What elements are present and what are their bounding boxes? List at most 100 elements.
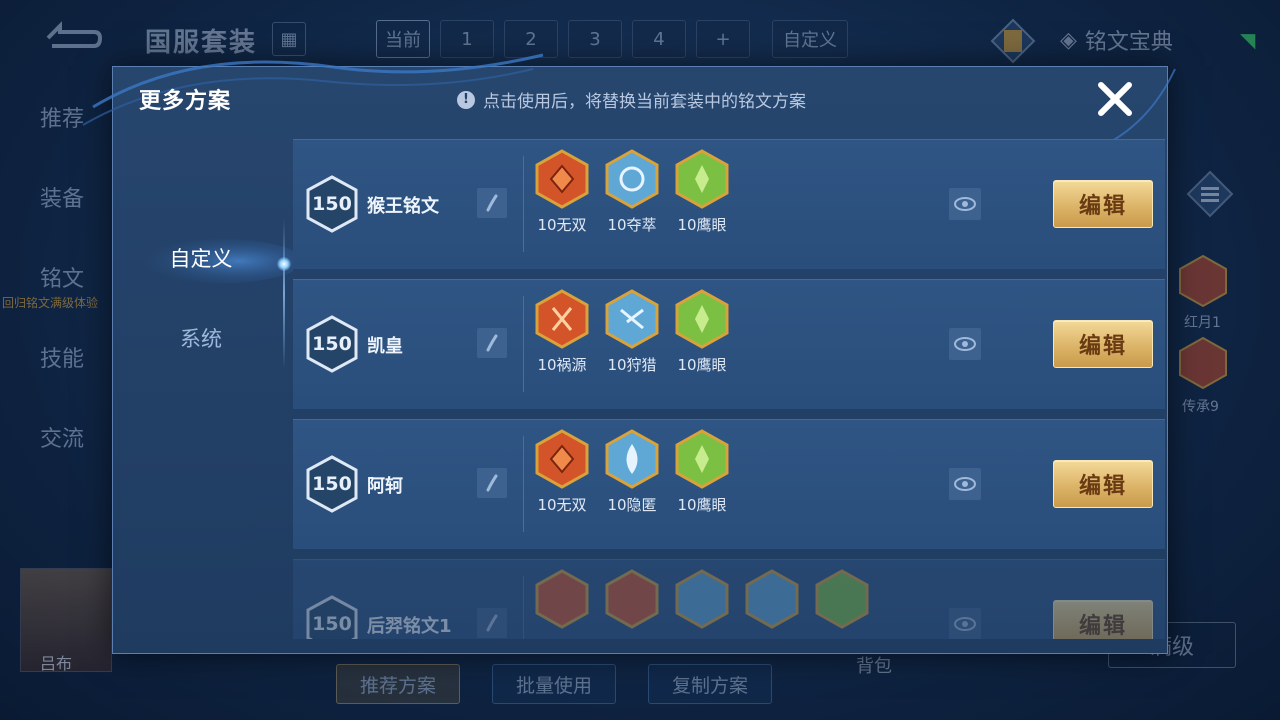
menu-icon[interactable] (1186, 170, 1234, 218)
tab-custom[interactable]: 自定义 (772, 20, 848, 58)
rune-slot[interactable]: 10狩猎 (603, 288, 661, 375)
bottom-button-bar: 推荐方案 批量使用 复制方案 (336, 664, 772, 704)
rune-book-icon[interactable] (990, 18, 1036, 64)
copy-plan-button[interactable]: 复制方案 (648, 664, 772, 704)
rune-blue-icon (605, 149, 659, 209)
rune-label: 10鹰眼 (677, 356, 727, 374)
hero-name: 吕布 (40, 654, 73, 673)
rune-return-note: 回归铭文满级体验 (2, 296, 99, 310)
modal-hint-text: 点击使用后，将替换当前套装中的铭文方案 (483, 92, 806, 112)
suit-tabs: 当前 1 2 3 4 + 自定义 (376, 20, 848, 58)
plan-name: 猴王铭文 (367, 196, 439, 217)
modal-title: 更多方案 (139, 89, 232, 114)
sidebar-item-exchange[interactable]: 交流 (40, 420, 84, 500)
tab-current[interactable]: 当前 (376, 20, 430, 58)
rune-slot[interactable] (743, 568, 801, 630)
rename-button[interactable] (477, 328, 507, 358)
plan-row: 150 阿轲 10无双 10隐匿 10鹰眼 编辑 (293, 419, 1165, 549)
edit-button[interactable]: 编辑 (1053, 460, 1153, 508)
tab-1[interactable]: 1 (440, 20, 494, 58)
preview-button[interactable] (949, 608, 981, 639)
tab-3[interactable]: 3 (568, 20, 622, 58)
rune-slot[interactable]: 10夺萃 (603, 148, 661, 235)
tab-custom-plans[interactable]: 自定义 (113, 223, 289, 293)
sidebar-item-skill[interactable]: 技能 (40, 340, 84, 420)
plan-level: 150 (312, 473, 352, 495)
rune-slot[interactable]: 10鹰眼 (673, 288, 731, 375)
plan-level: 150 (312, 193, 352, 215)
rune-group: 10祸源 10狩猎 10鹰眼 (533, 288, 731, 375)
tab-4[interactable]: 4 (632, 20, 686, 58)
rune-green-icon (675, 289, 729, 349)
rune-inherit-label: 传承9 (1182, 399, 1219, 415)
pen-icon (486, 614, 498, 632)
suit-title: 国服套装 (145, 28, 258, 58)
pen-icon (486, 334, 498, 352)
edit-button[interactable]: 编辑 (1053, 320, 1153, 368)
back-arrow-icon[interactable] (38, 20, 106, 56)
plan-name: 阿轲 (367, 476, 403, 497)
rune-slot[interactable]: 10无双 (533, 428, 591, 515)
rune-red-moon-icon[interactable] (1176, 254, 1230, 308)
rune-slot[interactable] (533, 568, 591, 630)
rune-label: 10鹰眼 (677, 216, 727, 234)
edit-button[interactable]: 编辑 (1053, 180, 1153, 228)
rune-slot[interactable]: 10隐匿 (603, 428, 661, 515)
tab-add[interactable]: + (696, 20, 750, 58)
rune-inherit-icon[interactable] (1176, 336, 1230, 390)
eye-icon (954, 337, 976, 351)
rune-green-icon (675, 429, 729, 489)
sidebar-item-equipment[interactable]: 装备 (40, 180, 84, 260)
tab-2[interactable]: 2 (504, 20, 558, 58)
plan-list[interactable]: 150 猴王铭文 10无双 10夺萃 10鹰眼 编辑 150 凯皇 10祸源 1… (293, 139, 1165, 639)
rename-button[interactable] (477, 468, 507, 498)
tab-system-plans[interactable]: 系统 (113, 303, 289, 373)
rune-red-icon (535, 289, 589, 349)
rune-label: 10夺萃 (607, 216, 657, 234)
plan-level: 150 (312, 333, 352, 355)
rune-slot[interactable] (813, 568, 871, 630)
plan-row: 150 凯皇 10祸源 10狩猎 10鹰眼 编辑 (293, 279, 1165, 409)
rune-label: 10无双 (537, 496, 587, 514)
rune-slot[interactable] (673, 568, 731, 630)
modal-sidebar: 自定义 系统 (113, 139, 293, 639)
rune-slot[interactable]: 10鹰眼 (673, 148, 731, 235)
rune-green-icon (815, 569, 869, 629)
close-icon (1098, 82, 1132, 116)
more-plans-modal: 更多方案 ! 点击使用后，将替换当前套装中的铭文方案 自定义 系统 150 猴王… (82, 53, 1176, 654)
rune-red-icon (535, 429, 589, 489)
batch-use-button[interactable]: 批量使用 (492, 664, 616, 704)
rename-button[interactable] (477, 608, 507, 638)
rune-slot[interactable]: 10鹰眼 (673, 428, 731, 515)
rune-slot[interactable] (603, 568, 661, 630)
recommend-plan-button[interactable]: 推荐方案 (336, 664, 460, 704)
rune-blue-icon (605, 289, 659, 349)
row-divider (523, 156, 524, 252)
rune-label: 10祸源 (537, 356, 587, 374)
edit-button[interactable]: 编辑 (1053, 600, 1153, 639)
backpack-label[interactable]: 背包 (856, 652, 892, 678)
rune-label: 10无双 (537, 216, 587, 234)
eye-icon (954, 477, 976, 491)
preview-button[interactable] (949, 468, 981, 500)
rune-label: 10隐匿 (607, 496, 657, 514)
pen-icon (486, 194, 498, 212)
rename-button[interactable] (477, 188, 507, 218)
wifi-icon: ◥ (1240, 28, 1256, 52)
rune-slot[interactable]: 10无双 (533, 148, 591, 235)
rune-dictionary[interactable]: ◈ 铭文宝典 (1060, 24, 1173, 56)
rune-label: 10鹰眼 (677, 496, 727, 514)
sidebar-item-recommend[interactable]: 推荐 (40, 100, 84, 180)
eye-icon (954, 617, 976, 631)
rune-slot[interactable]: 10祸源 (533, 288, 591, 375)
rune-blue-icon (675, 569, 729, 629)
preview-button[interactable] (949, 188, 981, 220)
pen-icon (486, 474, 498, 492)
rune-red-icon (535, 569, 589, 629)
modal-hint: ! 点击使用后，将替换当前套装中的铭文方案 (457, 87, 806, 112)
preview-button[interactable] (949, 328, 981, 360)
grid-icon[interactable]: ▦ (272, 22, 306, 56)
close-button[interactable] (1093, 77, 1137, 121)
rune-red-moon-label: 红月1 (1184, 315, 1221, 331)
dictionary-label: 铭文宝典 (1084, 30, 1173, 55)
